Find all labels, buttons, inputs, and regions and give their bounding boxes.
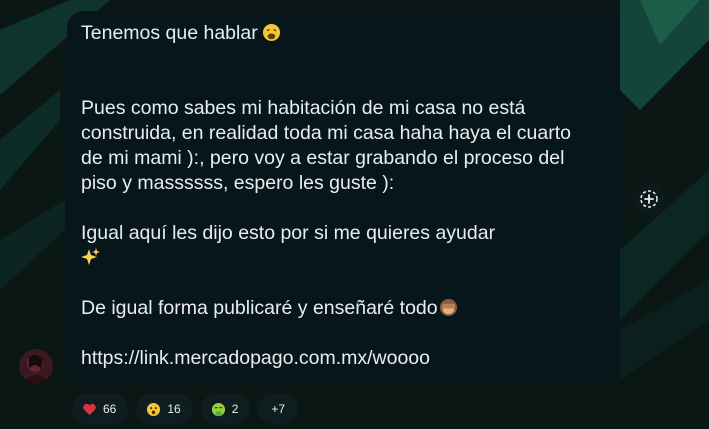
message-line: de mi mami ):, pero voy a estar grabando… (81, 147, 565, 169)
payment-link-line: https://link.mercadopago.com.mx/woooo (81, 346, 606, 371)
message-line (81, 196, 606, 221)
weary-face-emoji (262, 23, 280, 42)
add-reaction-icon (640, 190, 658, 208)
reaction-heart[interactable]: 66 (72, 394, 129, 424)
message-line: Pues como sabes mi habitación de mi casa… (81, 97, 526, 119)
message-line (81, 71, 606, 96)
red-heart-emoji (83, 403, 96, 415)
sparkles-line (81, 246, 606, 271)
vomiting-face-emoji (211, 402, 225, 416)
sparkles-emoji (81, 248, 100, 265)
more-reactions-button[interactable]: +7 (258, 394, 299, 424)
message-line (81, 46, 606, 71)
avatar-image (19, 349, 53, 383)
message-line: construida, en realidad toda mi casa hah… (81, 122, 571, 144)
payment-link[interactable]: https://link.mercadopago.com.mx/woooo (81, 347, 430, 369)
message-line (81, 271, 606, 296)
reaction-count: 2 (231, 402, 239, 416)
message-line-todo: De igual forma publicaré y enseñaré todo (81, 296, 606, 321)
message-title: Tenemos que hablar (81, 21, 606, 46)
message-line (81, 321, 606, 346)
see-no-evil-monkey-emoji (439, 298, 457, 317)
reaction-vomiting[interactable]: 2 (200, 394, 251, 424)
reaction-count: 16 (167, 402, 181, 416)
reactions-bar: 66 16 2 +7 (72, 394, 299, 424)
more-reactions-count: +7 (271, 402, 286, 416)
message-line: Igual aquí les dijo esto por si me quier… (81, 222, 496, 244)
add-reaction-button[interactable] (633, 183, 665, 215)
reaction-count: 66 (103, 402, 117, 416)
message-bubble: Tenemos que hablar Pues como sabes mi ha… (67, 11, 620, 383)
astonished-face-emoji (147, 402, 161, 416)
reaction-astonished[interactable]: 16 (136, 394, 193, 424)
avatar[interactable] (19, 349, 53, 383)
message-line: piso y massssss, espero les guste ): (81, 172, 395, 194)
